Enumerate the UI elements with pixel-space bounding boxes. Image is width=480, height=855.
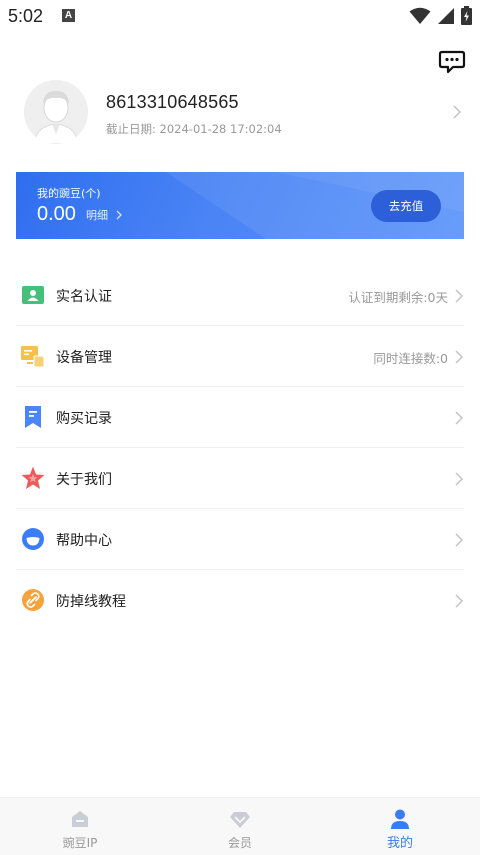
- avatar: [24, 80, 88, 144]
- bean-label: 我的豌豆(个): [37, 187, 101, 200]
- tab-label: 会员: [227, 836, 252, 850]
- bean-amount: 0.00: [37, 203, 76, 225]
- message-button[interactable]: [438, 50, 466, 74]
- wifi-icon: [409, 7, 431, 24]
- bookmark-list-icon: [25, 406, 41, 428]
- diamond-icon: [230, 812, 250, 828]
- help-face-icon: [22, 528, 44, 550]
- expiry-value: 2024-01-28 17:02:04: [159, 122, 282, 136]
- menu-label: 设备管理: [56, 350, 112, 366]
- user-phone: 8613310648565: [106, 92, 239, 112]
- bean-balance-card: 我的豌豆(个) 0.00 明细 去充值: [16, 172, 464, 239]
- menu-item-verification[interactable]: 实名认证 认证到期剩余:0天: [16, 265, 464, 326]
- chevron-right-icon: [116, 210, 122, 220]
- menu-label: 防掉线教程: [56, 594, 126, 610]
- menu-label: 关于我们: [56, 472, 112, 488]
- chevron-right-icon: [455, 411, 464, 425]
- chevron-right-icon: [455, 289, 464, 303]
- tab-membership[interactable]: 会员: [160, 798, 320, 855]
- menu-item-anti-drop[interactable]: 防掉线教程: [16, 570, 464, 631]
- detail-label: 明细: [86, 209, 108, 222]
- tab-label: 我的: [386, 836, 413, 851]
- status-bar: 5:02 A: [0, 0, 480, 32]
- menu-item-help[interactable]: 帮助中心: [16, 509, 464, 570]
- chat-bubble-icon: [438, 50, 466, 74]
- tab-home[interactable]: 豌豆IP: [0, 798, 160, 855]
- expiry-label: 截止日期:: [106, 122, 156, 136]
- signal-icon: [438, 7, 454, 24]
- menu-item-purchases[interactable]: 购买记录: [16, 387, 464, 448]
- star-icon: [21, 466, 45, 489]
- recharge-button[interactable]: 去充值: [371, 190, 441, 222]
- link-icon: [22, 589, 44, 611]
- person-icon: [391, 809, 409, 829]
- avatar-person-icon: [24, 80, 88, 144]
- notification-icon: A: [62, 9, 75, 22]
- home-icon: [72, 811, 88, 827]
- bottom-tab-bar: 豌豆IP 会员 我的: [0, 797, 480, 855]
- battery-icon: [461, 6, 472, 25]
- settings-menu: 实名认证 认证到期剩余:0天 设备管理 同时连接数:0 购买记录 关于我们 帮助…: [16, 265, 464, 631]
- status-icons: [409, 6, 472, 25]
- chevron-right-icon: [455, 594, 464, 608]
- menu-label: 帮助中心: [56, 533, 112, 549]
- chevron-right-icon: [455, 533, 464, 547]
- menu-value: 认证到期剩余:0天: [348, 290, 448, 305]
- expiry-date: 截止日期: 2024-01-28 17:02:04: [106, 121, 282, 137]
- profile-row[interactable]: 8613310648565 截止日期: 2024-01-28 17:02:04: [24, 80, 464, 146]
- menu-value: 同时连接数:0: [373, 351, 448, 366]
- tab-label: 豌豆IP: [62, 836, 98, 850]
- detail-link[interactable]: 明细: [86, 207, 122, 223]
- chevron-right-icon: [453, 105, 462, 119]
- chevron-right-icon: [455, 350, 464, 364]
- status-time: 5:02: [8, 6, 44, 26]
- menu-label: 购买记录: [56, 411, 112, 427]
- menu-label: 实名认证: [56, 289, 112, 305]
- chevron-right-icon: [455, 472, 464, 486]
- menu-item-about[interactable]: 关于我们: [16, 448, 464, 509]
- tab-mine[interactable]: 我的: [320, 798, 480, 855]
- menu-item-devices[interactable]: 设备管理 同时连接数:0: [16, 326, 464, 387]
- id-card-icon: [22, 286, 44, 304]
- devices-icon: [21, 346, 45, 368]
